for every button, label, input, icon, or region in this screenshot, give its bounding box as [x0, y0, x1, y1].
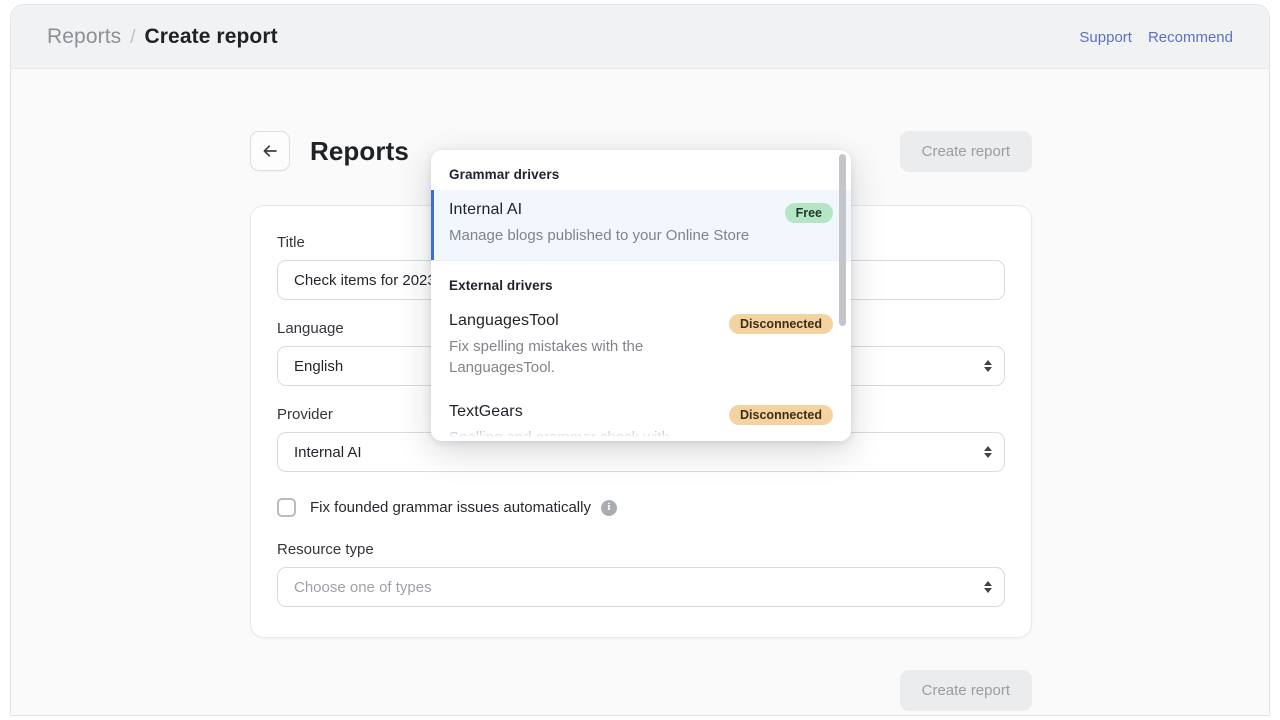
page-body: Reports Create report Title Language — [11, 69, 1269, 716]
dropdown-option-description: Spelling and grammar check with — [449, 428, 707, 441]
auto-fix-checkbox[interactable] — [277, 498, 296, 517]
dropdown-section-title-external: External drivers — [431, 261, 851, 301]
breadcrumb-current-create-report: Create report — [145, 25, 278, 49]
nav-link-recommend[interactable]: Recommend — [1148, 29, 1233, 46]
status-badge-free: Free — [785, 203, 833, 223]
arrow-left-icon — [260, 141, 280, 161]
field-resource-type: Resource type — [277, 541, 1005, 607]
nav-link-support[interactable]: Support — [1079, 29, 1132, 46]
provider-dropdown-list: Grammar drivers Internal AI Free Manage … — [431, 150, 851, 441]
status-badge-disconnected: Disconnected — [729, 405, 833, 425]
create-report-button-bottom[interactable]: Create report — [900, 670, 1032, 711]
create-report-button-top[interactable]: Create report — [900, 131, 1032, 172]
breadcrumb: Reports / Create report — [47, 25, 278, 49]
info-icon[interactable]: i — [601, 500, 617, 516]
form-footer: Create report — [250, 670, 1032, 711]
app-window: Reports / Create report Support Recommen… — [10, 4, 1270, 716]
auto-fix-row: Fix founded grammar issues automatically… — [277, 498, 1005, 517]
status-badge-disconnected: Disconnected — [729, 314, 833, 334]
resource-type-select[interactable] — [277, 567, 1005, 607]
dropdown-section-title-grammar: Grammar drivers — [431, 150, 851, 190]
auto-fix-label: Fix founded grammar issues automatically — [310, 499, 591, 516]
dropdown-option-description: Fix spelling mistakes with the Languages… — [449, 337, 707, 378]
dropdown-option-languagestool[interactable]: LanguagesTool Disconnected Fix spelling … — [431, 301, 851, 392]
dropdown-option-name: LanguagesTool — [449, 312, 559, 330]
dropdown-option-description: Manage blogs published to your Online St… — [449, 226, 779, 246]
breadcrumb-separator: / — [130, 27, 135, 49]
top-nav: Support Recommend — [1079, 5, 1233, 69]
dropdown-scrollbar-track[interactable] — [839, 154, 846, 437]
resource-type-select-wrap — [277, 567, 1005, 607]
provider-dropdown-popover: Grammar drivers Internal AI Free Manage … — [431, 150, 851, 441]
dropdown-scrollbar-thumb[interactable] — [839, 154, 846, 326]
breadcrumb-link-reports[interactable]: Reports — [47, 25, 121, 49]
dropdown-option-textgears[interactable]: TextGears Disconnected Spelling and gram… — [431, 392, 851, 441]
back-button[interactable] — [250, 131, 290, 171]
page-title: Reports — [310, 136, 409, 167]
dropdown-option-internal-ai[interactable]: Internal AI Free Manage blogs published … — [431, 190, 851, 260]
top-bar: Reports / Create report Support Recommen… — [11, 5, 1269, 69]
dropdown-option-name: Internal AI — [449, 201, 522, 219]
label-resource-type: Resource type — [277, 541, 1005, 558]
dropdown-option-name: TextGears — [449, 403, 523, 421]
